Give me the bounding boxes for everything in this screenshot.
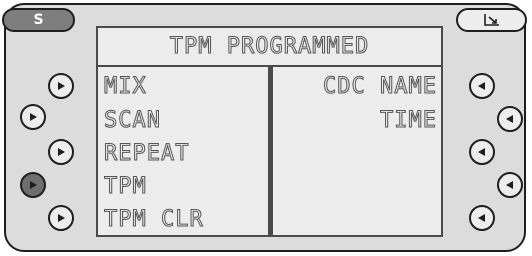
arrow-right-icon xyxy=(30,181,37,189)
menu-item-time[interactable]: TIME xyxy=(380,109,437,132)
menu-item-repeat[interactable]: REPEAT xyxy=(103,142,189,165)
right-softkey-5[interactable] xyxy=(469,205,495,231)
screen-corner-button[interactable] xyxy=(456,8,527,32)
right-softkey-4[interactable] xyxy=(497,172,523,198)
arrow-right-icon xyxy=(58,82,65,90)
left-softkey-4[interactable] xyxy=(20,172,46,198)
menu-item-cdc-name[interactable]: CDC NAME xyxy=(323,75,437,98)
screen-header: TPM PROGRAMMED xyxy=(98,28,441,67)
arrow-left-icon xyxy=(478,148,485,156)
left-softkey-3[interactable] xyxy=(48,139,74,165)
arrow-left-icon xyxy=(506,115,513,123)
display-screen: TPM PROGRAMMED MIX SCAN REPEAT TPM TPM C… xyxy=(96,26,443,237)
arrow-right-icon xyxy=(30,113,37,121)
left-softkey-5[interactable] xyxy=(48,205,74,231)
menu-item-scan[interactable]: SCAN xyxy=(104,109,161,132)
s-button-label: S xyxy=(33,12,44,28)
screen-corner-icon xyxy=(483,14,499,26)
right-softkey-1[interactable] xyxy=(469,73,495,99)
right-softkey-3[interactable] xyxy=(469,139,495,165)
column-divider xyxy=(268,67,273,235)
menu-item-mix[interactable]: MIX xyxy=(104,75,147,98)
arrow-left-icon xyxy=(478,82,485,90)
right-softkey-2[interactable] xyxy=(497,106,523,132)
arrow-right-icon xyxy=(58,148,65,156)
screen-title: TPM PROGRAMMED xyxy=(169,33,370,59)
menu-item-tpm-clr[interactable]: TPM CLR xyxy=(104,208,204,231)
arrow-right-icon xyxy=(58,214,65,222)
menu-item-tpm[interactable]: TPM xyxy=(104,175,147,198)
arrow-left-icon xyxy=(478,214,485,222)
arrow-left-icon xyxy=(506,181,513,189)
left-softkey-2[interactable] xyxy=(20,104,46,130)
left-softkey-1[interactable] xyxy=(48,73,74,99)
s-button[interactable]: S xyxy=(2,8,75,32)
